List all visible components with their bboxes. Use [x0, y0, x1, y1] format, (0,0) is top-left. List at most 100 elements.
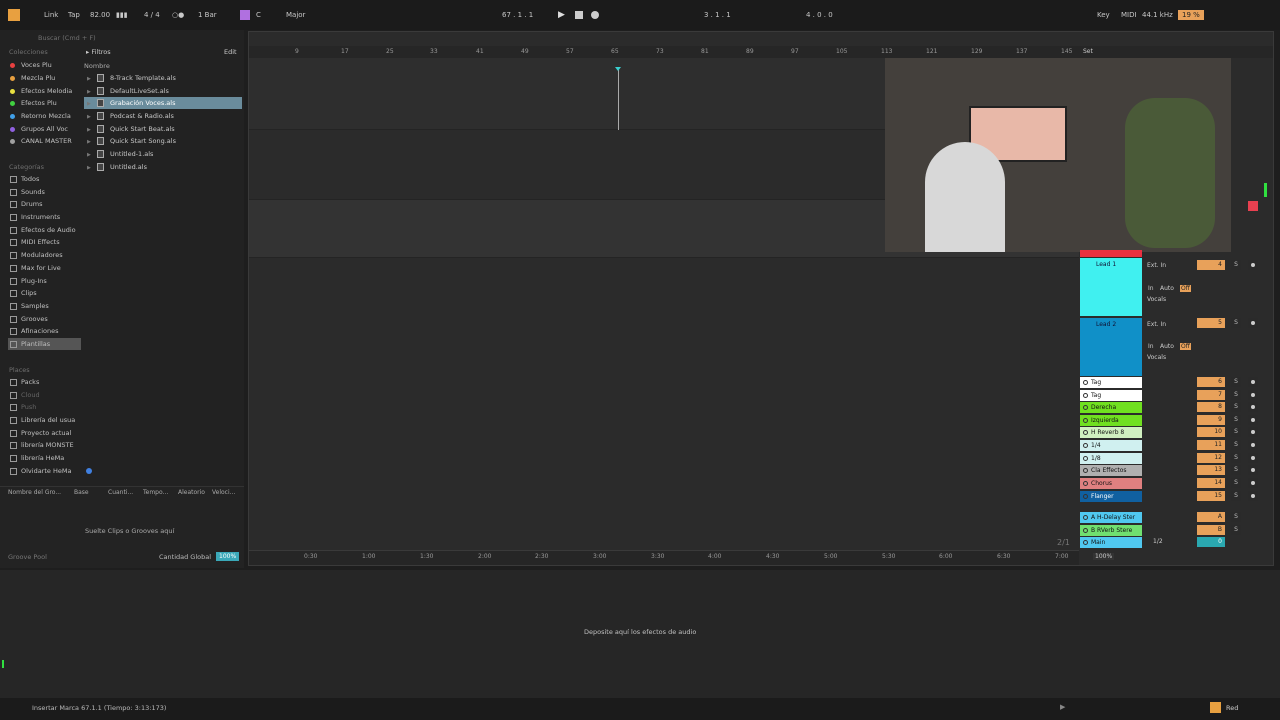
- track-header-lead1[interactable]: Lead 1: [1080, 258, 1142, 316]
- collection-item[interactable]: Efectos Plu: [10, 97, 57, 109]
- monitor-in[interactable]: In: [1148, 285, 1154, 292]
- place-item[interactable]: Librería del usua: [10, 414, 75, 426]
- arm-button[interactable]: [1248, 478, 1258, 488]
- groove-col-tempo[interactable]: Tempo...: [143, 489, 168, 496]
- arm-button[interactable]: [1248, 402, 1258, 412]
- expand-icon[interactable]: ▶: [1060, 703, 1065, 711]
- place-item[interactable]: librería MONSTE: [10, 439, 74, 451]
- live-logo-icon[interactable]: [8, 9, 20, 21]
- loop-start[interactable]: 3 . 1 . 1: [704, 10, 731, 20]
- quantize-menu[interactable]: 1 Bar: [198, 10, 217, 20]
- device-view[interactable]: Deposite aquí los efectos de audio: [0, 570, 1280, 698]
- arm-button[interactable]: [1248, 465, 1258, 475]
- track-chorus[interactable]: Chorus: [1080, 478, 1142, 489]
- track-volume[interactable]: 0: [1197, 537, 1225, 547]
- track-derecha[interactable]: Derecha: [1080, 402, 1142, 413]
- arm-button[interactable]: [1248, 427, 1258, 437]
- groove-col-name[interactable]: Nombre del Gro...: [8, 489, 61, 496]
- arm-button[interactable]: [1248, 415, 1258, 425]
- filters-button[interactable]: ▸ Filtros: [86, 48, 111, 56]
- category-item[interactable]: Samples: [10, 300, 49, 312]
- file-item[interactable]: ▶ DefaultLiveSet.als: [84, 85, 242, 97]
- file-item[interactable]: ▶ Podcast & Radio.als: [84, 110, 242, 122]
- track-number[interactable]: 4: [1197, 260, 1225, 270]
- key-select[interactable]: C: [256, 10, 261, 20]
- search-input[interactable]: Buscar (Cmd + F): [38, 34, 96, 42]
- file-item-selected[interactable]: ▶ Grabación Voces.als: [84, 97, 242, 109]
- category-item[interactable]: Sounds: [10, 186, 45, 198]
- solo-button[interactable]: S: [1231, 478, 1241, 488]
- track-number[interactable]: 5: [1197, 318, 1225, 328]
- loop-length[interactable]: 4 . 0 . 0: [806, 10, 833, 20]
- track-number[interactable]: 12: [1197, 453, 1225, 463]
- track-number[interactable]: 13: [1197, 465, 1225, 475]
- category-item[interactable]: Plug-Ins: [10, 275, 47, 287]
- place-item[interactable]: Proyecto actual: [10, 427, 71, 439]
- file-item[interactable]: ▶ Untitled-1.als: [84, 148, 242, 160]
- main-track[interactable]: Main: [1080, 537, 1142, 548]
- link-button[interactable]: Link: [44, 10, 58, 20]
- scale-icon[interactable]: [240, 10, 250, 20]
- return-track-b[interactable]: B RVerb Stere: [1080, 525, 1142, 536]
- collection-item[interactable]: Efectos Melodia: [10, 85, 72, 97]
- output-select[interactable]: Vocals: [1147, 296, 1166, 303]
- category-item[interactable]: Instruments: [10, 211, 60, 223]
- category-item[interactable]: Efectos de Audio: [10, 224, 76, 236]
- category-item[interactable]: Max for Live: [10, 262, 61, 274]
- name-column-header[interactable]: Nombre: [84, 62, 110, 70]
- track-number[interactable]: 6: [1197, 377, 1225, 387]
- track-number[interactable]: 14: [1197, 478, 1225, 488]
- time-signature[interactable]: 4 / 4: [144, 10, 160, 20]
- solo-button[interactable]: S: [1231, 512, 1241, 522]
- arm-button[interactable]: [1248, 440, 1258, 450]
- solo-button[interactable]: S: [1231, 415, 1241, 425]
- collection-item[interactable]: CANAL MASTER: [10, 135, 72, 147]
- track-number[interactable]: 10: [1197, 427, 1225, 437]
- track-quarter[interactable]: 1/4: [1080, 440, 1142, 451]
- track-number[interactable]: 7: [1197, 390, 1225, 400]
- input-select[interactable]: Ext. In: [1147, 262, 1166, 269]
- category-item[interactable]: Afinaciones: [10, 325, 59, 337]
- solo-button[interactable]: S: [1231, 318, 1241, 328]
- main-output[interactable]: 1/2: [1153, 538, 1163, 545]
- zoom-value[interactable]: 100%: [1093, 553, 1115, 560]
- category-item[interactable]: MIDI Effects: [10, 236, 60, 248]
- solo-button[interactable]: S: [1231, 491, 1241, 501]
- track-number[interactable]: 8: [1197, 402, 1225, 412]
- groove-col-random[interactable]: Aleatorio: [178, 489, 205, 496]
- track-header-lead2[interactable]: Lead 2: [1080, 318, 1142, 376]
- track-flanger[interactable]: Flanger: [1080, 491, 1142, 502]
- groove-col-base[interactable]: Base: [74, 489, 89, 496]
- global-amount-value[interactable]: 100%: [216, 552, 240, 561]
- track-number[interactable]: 9: [1197, 415, 1225, 425]
- monitor-off[interactable]: Off: [1180, 343, 1191, 350]
- track-number[interactable]: B: [1197, 525, 1225, 535]
- file-item[interactable]: ▶ 8-Track Template.als: [84, 72, 242, 84]
- add-folder-icon[interactable]: [86, 468, 92, 474]
- solo-button[interactable]: S: [1231, 525, 1241, 535]
- monitor-off[interactable]: Off: [1180, 285, 1191, 292]
- file-item[interactable]: ▶ Quick Start Beat.als: [84, 123, 242, 135]
- track-eighth[interactable]: 1/8: [1080, 453, 1142, 464]
- solo-button[interactable]: S: [1231, 453, 1241, 463]
- tap-button[interactable]: Tap: [68, 10, 80, 20]
- solo-button[interactable]: S: [1231, 427, 1241, 437]
- track-number[interactable]: 11: [1197, 440, 1225, 450]
- track-number[interactable]: A: [1197, 512, 1225, 522]
- arm-button[interactable]: [1248, 318, 1258, 328]
- output-select[interactable]: Vocals: [1147, 354, 1166, 361]
- stop-button[interactable]: [575, 11, 583, 19]
- category-item[interactable]: Moduladores: [10, 249, 63, 261]
- category-item[interactable]: Drums: [10, 198, 43, 210]
- monitor-auto[interactable]: Auto: [1160, 343, 1174, 350]
- record-button[interactable]: [591, 11, 599, 19]
- groove-col-quant[interactable]: Cuanti...: [108, 489, 133, 496]
- collection-item[interactable]: Mezcla Plu: [10, 72, 55, 84]
- solo-button[interactable]: S: [1231, 390, 1241, 400]
- solo-button[interactable]: S: [1231, 465, 1241, 475]
- track-tag[interactable]: Tag: [1080, 377, 1142, 388]
- arm-button[interactable]: [1248, 377, 1258, 387]
- track-h-reverb[interactable]: H Reverb 8: [1080, 427, 1142, 438]
- arm-button[interactable]: [1248, 453, 1258, 463]
- solo-button[interactable]: S: [1231, 377, 1241, 387]
